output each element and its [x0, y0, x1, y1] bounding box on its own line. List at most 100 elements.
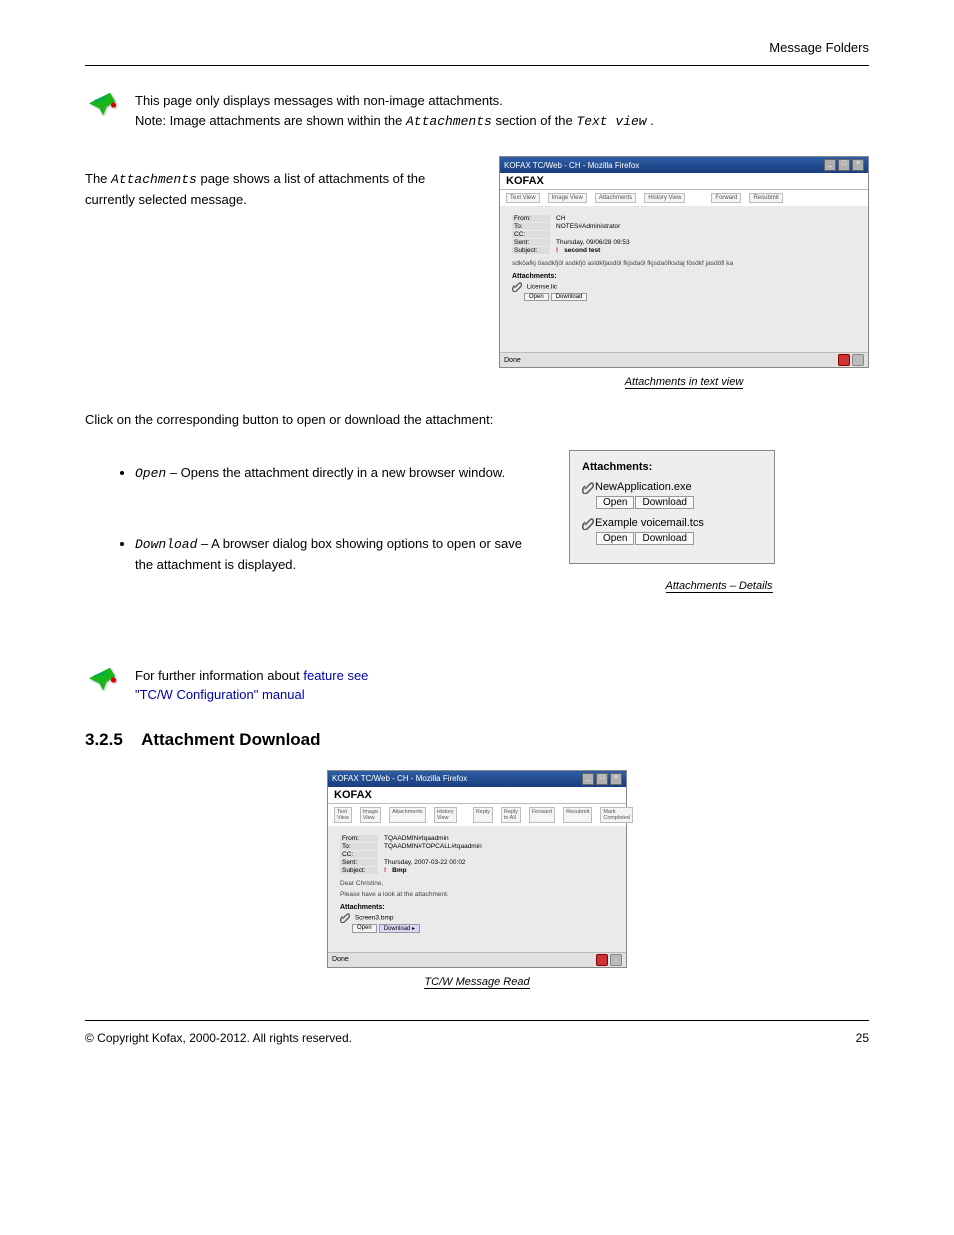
- lbl-subject: Subject:: [512, 247, 550, 254]
- tab-history-view[interactable]: History View: [644, 193, 685, 203]
- fig1-tabs: Text View Image View Attachments History…: [500, 190, 868, 206]
- note1-line1: This page only displays messages with no…: [135, 91, 654, 111]
- minimize-icon[interactable]: _: [824, 159, 836, 171]
- note1-l2-end: .: [650, 113, 654, 128]
- para1: The Attachments page shows a list of att…: [85, 169, 469, 210]
- status-icon-gray: [610, 954, 622, 966]
- status-icon-gray: [852, 354, 864, 366]
- fig2-open-button[interactable]: Open: [352, 924, 377, 933]
- fig2-titlebar: KOFAX TC/Web - CH - Mozilla Firefox _ □ …: [328, 771, 626, 787]
- fig1-forward-button[interactable]: Forward: [711, 193, 741, 203]
- attbox-open1[interactable]: Open: [596, 496, 634, 509]
- lbl-subject: Subject:: [340, 867, 378, 874]
- fig2-reply-button[interactable]: Reply: [473, 807, 493, 823]
- maximize-icon[interactable]: □: [596, 773, 608, 785]
- fig1-download-button[interactable]: Download: [551, 293, 588, 301]
- attbox-file1: NewApplication.exe: [595, 481, 692, 493]
- para1-att: Attachments: [111, 172, 197, 187]
- figure-2: KOFAX TC/Web - CH - Mozilla Firefox _ □ …: [327, 770, 627, 968]
- page-footer: © Copyright Kofax, 2000-2012. All rights…: [85, 1020, 869, 1045]
- tab-text-view[interactable]: Text View: [506, 193, 540, 203]
- lbl-to: To:: [512, 223, 550, 230]
- fig2-tab-attachments[interactable]: Attachments: [389, 807, 426, 823]
- fig2-tabs: Text View Image View Attachments History…: [328, 804, 626, 826]
- bullet-open: Open – Opens the attachment directly in …: [135, 463, 539, 484]
- section-num: 3.2.5: [85, 730, 123, 749]
- paperclip-icon: [582, 518, 592, 528]
- figure-1: KOFAX TC/Web - CH - Mozilla Firefox _ □ …: [499, 156, 869, 368]
- note1-l2-att: Attachments: [406, 114, 492, 129]
- attachments-box: Attachments: NewApplication.exe Open Dow…: [569, 450, 775, 564]
- lbl-cc: CC:: [512, 231, 550, 238]
- status-icon-red: [838, 354, 850, 366]
- fig2-forward-button[interactable]: Forward: [529, 807, 555, 823]
- lbl-from: From:: [512, 215, 550, 222]
- note1-l2-pre: Note: Image attachments are shown within…: [135, 113, 406, 128]
- priority-icon: !: [384, 867, 386, 874]
- attbox-open2[interactable]: Open: [596, 532, 634, 545]
- section-heading: 3.2.5 Attachment Download: [85, 730, 869, 750]
- priority-icon: !: [556, 247, 558, 254]
- fig2-val-to: TQAADMIN#TOPCALL#tqaadmin: [384, 843, 482, 850]
- attbox-file2: Example voicemail.tcs: [595, 517, 704, 529]
- fig2-mark-completed-button[interactable]: Mark Completed: [600, 807, 633, 823]
- fig2-brand: KOFAX: [328, 787, 626, 804]
- note1-line2: Note: Image attachments are shown within…: [135, 111, 654, 132]
- para1-pre: The: [85, 171, 111, 186]
- fig2-tab-image-view[interactable]: Image View: [360, 807, 381, 823]
- val-to: NOTES#Administrator: [556, 223, 620, 230]
- close-icon[interactable]: ×: [852, 159, 864, 171]
- footer-copyright: © Copyright Kofax, 2000-2012. All rights…: [85, 1031, 352, 1045]
- fig2-tab-text-view[interactable]: Text View: [334, 807, 352, 823]
- note-icon: [85, 91, 121, 119]
- fig2-tab-history-view[interactable]: History View: [434, 807, 457, 823]
- fig2-val-subject: Bmp: [392, 867, 406, 874]
- fig2-caption: TC/W Message Read: [424, 976, 529, 989]
- val-from: CH: [556, 215, 565, 222]
- open-desc: – Opens the attachment directly in a new…: [170, 465, 505, 480]
- tab-attachments[interactable]: Attachments: [595, 193, 636, 203]
- fig1-att-filename: License.lic: [527, 284, 557, 291]
- attbox-caption: Attachments – Details: [666, 580, 773, 593]
- fig1-status-text: Done: [504, 357, 521, 364]
- open-label: Open: [135, 466, 166, 481]
- fig1-open-button[interactable]: Open: [524, 293, 549, 301]
- paperclip-icon: [340, 913, 350, 923]
- bullet-download: Download – A browser dialog box showing …: [135, 534, 539, 575]
- fig2-reply-all-button[interactable]: Reply to All: [501, 807, 521, 823]
- attbox-title: Attachments:: [582, 461, 762, 473]
- paperclip-icon: [582, 482, 592, 492]
- attbox-download2[interactable]: Download: [635, 532, 693, 545]
- val-sent: Thursday, 09/06/28 09:53: [556, 239, 630, 246]
- fig2-status-text: Done: [332, 956, 349, 963]
- page-header-title: Message Folders: [85, 40, 869, 55]
- note-block-2: For further information about feature se…: [85, 666, 869, 705]
- fig1-resubmit-button[interactable]: Resubmit: [749, 193, 782, 203]
- fig1-att-header: Attachments:: [512, 273, 856, 280]
- para2: Click on the corresponding button to ope…: [85, 410, 869, 430]
- note-icon: [85, 666, 121, 694]
- fig2-download-button[interactable]: Download ▸: [379, 924, 420, 933]
- lbl-from: From:: [340, 835, 378, 842]
- fig2-body2: Please have a look at the attachment.: [340, 891, 614, 898]
- tab-image-view[interactable]: Image View: [548, 193, 587, 203]
- fig1-brand: KOFAX: [500, 173, 868, 190]
- note1-l2-tv: Text view: [576, 114, 646, 129]
- maximize-icon[interactable]: □: [838, 159, 850, 171]
- minimize-icon[interactable]: _: [582, 773, 594, 785]
- close-icon[interactable]: ×: [610, 773, 622, 785]
- note1-l2-mid: section of the: [495, 113, 576, 128]
- lbl-sent: Sent:: [340, 859, 378, 866]
- lbl-cc: CC:: [340, 851, 378, 858]
- fig1-title: KOFAX TC/Web - CH - Mozilla Firefox: [504, 161, 639, 170]
- lbl-to: To:: [340, 843, 378, 850]
- footer-page-number: 25: [856, 1031, 869, 1045]
- attbox-download1[interactable]: Download: [635, 496, 693, 509]
- window-buttons: _ □ ×: [824, 159, 864, 171]
- note2-pre: For further information about: [135, 668, 303, 683]
- fig2-resubmit-button[interactable]: Resubmit: [563, 807, 592, 823]
- section-title: Attachment Download: [141, 730, 320, 749]
- fig2-title: KOFAX TC/Web - CH - Mozilla Firefox: [332, 774, 467, 783]
- page-header: Message Folders: [85, 40, 869, 66]
- window-buttons: _ □ ×: [582, 773, 622, 785]
